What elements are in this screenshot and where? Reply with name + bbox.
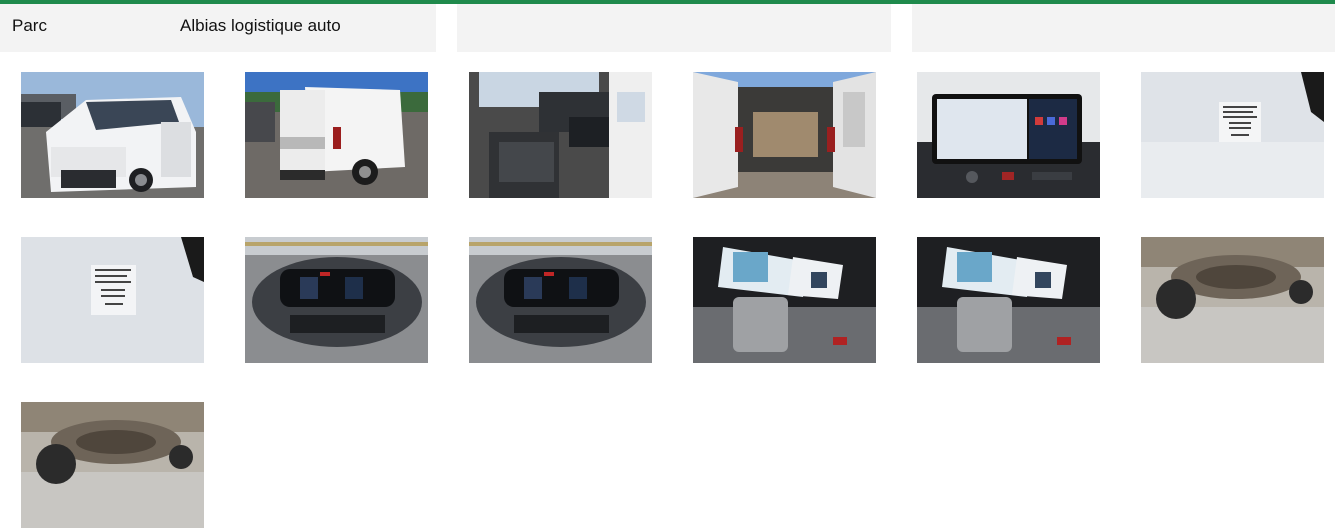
header-empty-panel [912,4,1335,52]
photo-spare-wheel[interactable] [21,402,204,528]
door-sticker-image [21,237,204,363]
spare-wheel-image [21,402,204,528]
photo-van-cabin[interactable] [469,72,652,198]
header-empty-panel [457,4,891,52]
manuals-image [917,237,1100,363]
door-sticker-image [1141,72,1324,198]
photo-instrument-cluster[interactable] [469,237,652,363]
park-value: Albias logistique auto [180,16,341,35]
photo-spare-wheel[interactable] [1141,237,1324,363]
photo-door-sticker[interactable] [21,237,204,363]
photo-infotainment[interactable] [917,72,1100,198]
photo-van-front[interactable] [21,72,204,198]
manuals-image [693,237,876,363]
photo-van-rear[interactable] [245,72,428,198]
photo-manuals-on-seat[interactable] [917,237,1100,363]
van-cargo-image [693,72,876,198]
park-label: Parc [12,16,47,35]
van-rear-image [245,72,428,198]
photo-manuals-on-seat[interactable] [693,237,876,363]
instrument-cluster-image [469,237,652,363]
photo-instrument-cluster[interactable] [245,237,428,363]
van-cabin-image [469,72,652,198]
photo-door-sticker[interactable] [1141,72,1324,198]
van-front-image [21,72,204,198]
photo-van-cargo[interactable] [693,72,876,198]
spare-wheel-image [1141,237,1324,363]
infotainment-image [917,72,1100,198]
instrument-cluster-image [245,237,428,363]
header-park-panel: Parc Albias logistique auto [0,4,436,52]
